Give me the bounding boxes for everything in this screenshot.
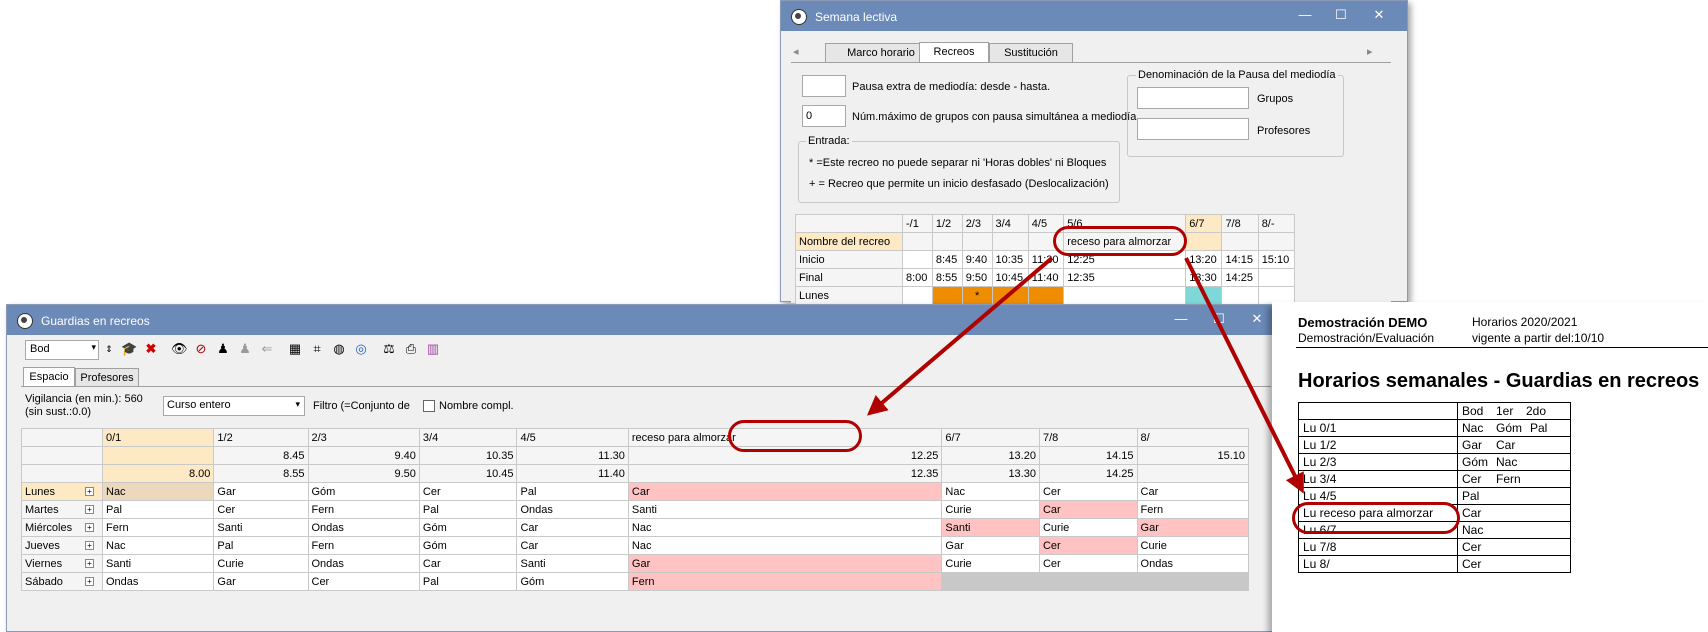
arrow-to-guardias <box>866 256 1054 416</box>
highlight-oval-guardias <box>728 420 862 452</box>
highlight-oval-semana <box>1053 226 1187 256</box>
highlight-oval-report <box>1292 502 1460 534</box>
arrow-to-report <box>1184 257 1304 494</box>
annotation-arrows <box>866 256 1304 494</box>
